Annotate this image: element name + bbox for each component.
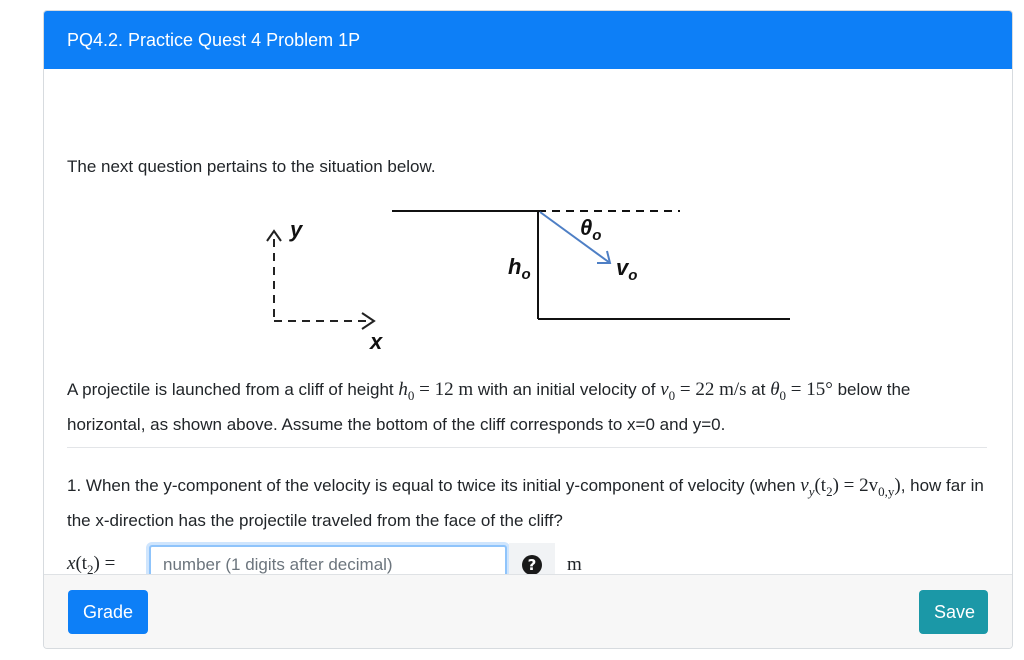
angle-label: θo — [580, 215, 601, 244]
question-title: PQ4.2. Practice Quest 4 Problem 1P — [67, 29, 361, 50]
axis-x-label: x — [369, 329, 383, 354]
intro-text: The next question pertains to the situat… — [67, 157, 436, 176]
axes-legend — [266, 229, 376, 330]
section-divider — [67, 447, 987, 448]
cliff-outline — [392, 210, 790, 320]
card-footer: Grade Save — [44, 574, 1012, 648]
cliff-diagram: y x ho θo vo — [266, 210, 790, 354]
height-label: ho — [508, 254, 531, 283]
axis-y-label: y — [289, 217, 304, 242]
question-mark-icon: ? — [522, 555, 542, 575]
card-header: PQ4.2. Practice Quest 4 Problem 1P — [44, 11, 1012, 69]
save-button[interactable]: Save — [919, 590, 988, 634]
grade-button[interactable]: Grade — [68, 590, 148, 634]
answer-unit: m — [567, 554, 582, 575]
velocity-arrow — [539, 211, 612, 264]
velocity-label: vo — [616, 255, 637, 284]
question-card: PQ4.2. Practice Quest 4 Problem 1P The n… — [43, 10, 1013, 649]
problem-statement: A projectile is launched from a cliff of… — [67, 379, 911, 434]
question-text: 1. When the y-component of the velocity … — [67, 475, 984, 530]
